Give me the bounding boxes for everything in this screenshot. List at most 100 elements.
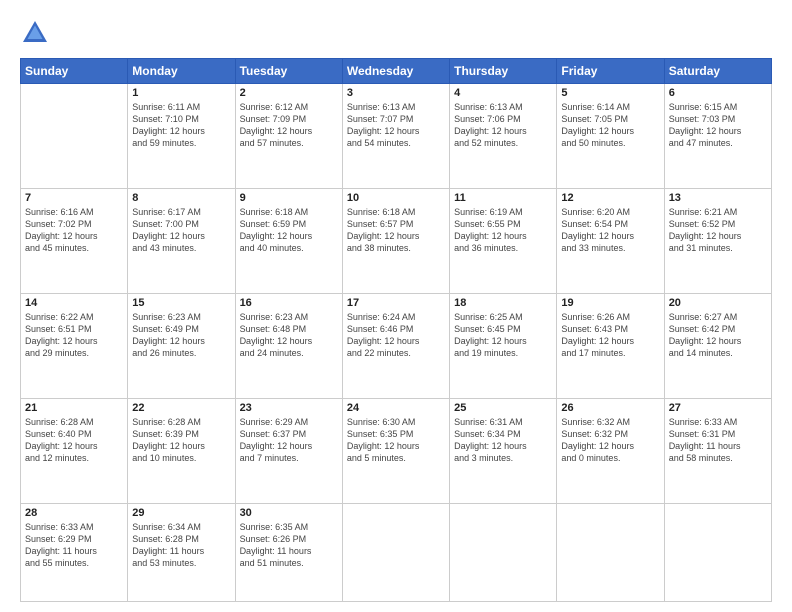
day-number: 6	[669, 87, 767, 99]
day-info: Sunrise: 6:35 AMSunset: 6:26 PMDaylight:…	[240, 521, 338, 570]
day-header-thursday: Thursday	[450, 59, 557, 84]
calendar-day-cell: 28 Sunrise: 6:33 AMSunset: 6:29 PMDayligh…	[21, 503, 128, 601]
day-number: 3	[347, 87, 445, 99]
calendar-day-cell: 4 Sunrise: 6:13 AMSunset: 7:06 PMDaylight…	[450, 84, 557, 189]
day-info: Sunrise: 6:33 AMSunset: 6:31 PMDaylight:…	[669, 416, 767, 465]
calendar-day-cell: 14 Sunrise: 6:22 AMSunset: 6:51 PMDayligh…	[21, 293, 128, 398]
calendar-header-row: SundayMondayTuesdayWednesdayThursdayFrid…	[21, 59, 772, 84]
day-number: 24	[347, 402, 445, 414]
calendar-week-row: 21 Sunrise: 6:28 AMSunset: 6:40 PMDayligh…	[21, 398, 772, 503]
day-number: 28	[25, 507, 123, 519]
day-info: Sunrise: 6:28 AMSunset: 6:39 PMDaylight:…	[132, 416, 230, 465]
day-info: Sunrise: 6:20 AMSunset: 6:54 PMDaylight:…	[561, 206, 659, 255]
day-number: 12	[561, 192, 659, 204]
calendar-day-cell: 9Sunrise: 6:18 AMSunset: 6:59 PMDaylight…	[235, 188, 342, 293]
calendar-day-cell: 23 Sunrise: 6:29 AMSunset: 6:37 PMDayligh…	[235, 398, 342, 503]
calendar-day-cell: 13 Sunrise: 6:21 AMSunset: 6:52 PMDayligh…	[664, 188, 771, 293]
day-number: 27	[669, 402, 767, 414]
day-number: 14	[25, 297, 123, 309]
day-number: 10	[347, 192, 445, 204]
day-header-saturday: Saturday	[664, 59, 771, 84]
day-info: Sunrise: 6:34 AMSunset: 6:28 PMDaylight:…	[132, 521, 230, 570]
day-header-tuesday: Tuesday	[235, 59, 342, 84]
calendar-day-cell: 1Sunrise: 6:11 AMSunset: 7:10 PMDaylight…	[128, 84, 235, 189]
calendar-day-cell: 15 Sunrise: 6:23 AMSunset: 6:49 PMDayligh…	[128, 293, 235, 398]
day-info: Sunrise: 6:21 AMSunset: 6:52 PMDaylight:…	[669, 206, 767, 255]
day-info: Sunrise: 6:25 AMSunset: 6:45 PMDaylight:…	[454, 311, 552, 360]
day-info: Sunrise: 6:19 AMSunset: 6:55 PMDaylight:…	[454, 206, 552, 255]
day-header-friday: Friday	[557, 59, 664, 84]
calendar-day-cell: 20 Sunrise: 6:27 AMSunset: 6:42 PMDayligh…	[664, 293, 771, 398]
day-number: 13	[669, 192, 767, 204]
calendar-day-cell	[557, 503, 664, 601]
calendar-day-cell: 12 Sunrise: 6:20 AMSunset: 6:54 PMDayligh…	[557, 188, 664, 293]
calendar-day-cell: 21 Sunrise: 6:28 AMSunset: 6:40 PMDayligh…	[21, 398, 128, 503]
day-number: 5	[561, 87, 659, 99]
day-number: 16	[240, 297, 338, 309]
calendar-day-cell: 18 Sunrise: 6:25 AMSunset: 6:45 PMDayligh…	[450, 293, 557, 398]
day-number: 29	[132, 507, 230, 519]
calendar-day-cell: 27 Sunrise: 6:33 AMSunset: 6:31 PMDayligh…	[664, 398, 771, 503]
calendar-day-cell: 26Sunrise: 6:32 AMSunset: 6:32 PMDayligh…	[557, 398, 664, 503]
calendar-day-cell: 22 Sunrise: 6:28 AMSunset: 6:39 PMDayligh…	[128, 398, 235, 503]
calendar-day-cell	[342, 503, 449, 601]
day-number: 23	[240, 402, 338, 414]
header	[20, 18, 772, 48]
day-info: Sunrise: 6:22 AMSunset: 6:51 PMDaylight:…	[25, 311, 123, 360]
calendar-day-cell: 24 Sunrise: 6:30 AMSunset: 6:35 PMDayligh…	[342, 398, 449, 503]
day-info: Sunrise: 6:28 AMSunset: 6:40 PMDaylight:…	[25, 416, 123, 465]
day-number: 7	[25, 192, 123, 204]
day-info: Sunrise: 6:11 AMSunset: 7:10 PMDaylight:…	[132, 101, 230, 150]
calendar-day-cell: 25 Sunrise: 6:31 AMSunset: 6:34 PMDayligh…	[450, 398, 557, 503]
calendar-week-row: 1Sunrise: 6:11 AMSunset: 7:10 PMDaylight…	[21, 84, 772, 189]
calendar-week-row: 7Sunrise: 6:16 AMSunset: 7:02 PMDaylight…	[21, 188, 772, 293]
calendar-day-cell: 2Sunrise: 6:12 AMSunset: 7:09 PMDaylight…	[235, 84, 342, 189]
day-info: Sunrise: 6:33 AMSunset: 6:29 PMDaylight:…	[25, 521, 123, 570]
day-info: Sunrise: 6:26 AMSunset: 6:43 PMDaylight:…	[561, 311, 659, 360]
day-number: 19	[561, 297, 659, 309]
day-info: Sunrise: 6:12 AMSunset: 7:09 PMDaylight:…	[240, 101, 338, 150]
calendar-day-cell: 11 Sunrise: 6:19 AMSunset: 6:55 PMDayligh…	[450, 188, 557, 293]
calendar-day-cell: 16 Sunrise: 6:23 AMSunset: 6:48 PMDayligh…	[235, 293, 342, 398]
day-info: Sunrise: 6:29 AMSunset: 6:37 PMDaylight:…	[240, 416, 338, 465]
day-number: 21	[25, 402, 123, 414]
day-number: 20	[669, 297, 767, 309]
day-number: 4	[454, 87, 552, 99]
day-number: 30	[240, 507, 338, 519]
day-number: 25	[454, 402, 552, 414]
day-header-monday: Monday	[128, 59, 235, 84]
day-header-sunday: Sunday	[21, 59, 128, 84]
logo-icon	[20, 18, 50, 48]
day-info: Sunrise: 6:32 AMSunset: 6:32 PMDaylight:…	[561, 416, 659, 465]
day-number: 17	[347, 297, 445, 309]
day-number: 18	[454, 297, 552, 309]
day-info: Sunrise: 6:14 AMSunset: 7:05 PMDaylight:…	[561, 101, 659, 150]
calendar-day-cell: 29 Sunrise: 6:34 AMSunset: 6:28 PMDayligh…	[128, 503, 235, 601]
day-number: 11	[454, 192, 552, 204]
day-number: 22	[132, 402, 230, 414]
day-info: Sunrise: 6:13 AMSunset: 7:06 PMDaylight:…	[454, 101, 552, 150]
calendar-day-cell: 8Sunrise: 6:17 AMSunset: 7:00 PMDaylight…	[128, 188, 235, 293]
day-info: Sunrise: 6:13 AMSunset: 7:07 PMDaylight:…	[347, 101, 445, 150]
calendar-week-row: 28 Sunrise: 6:33 AMSunset: 6:29 PMDayligh…	[21, 503, 772, 601]
logo	[20, 18, 54, 48]
calendar-week-row: 14 Sunrise: 6:22 AMSunset: 6:51 PMDayligh…	[21, 293, 772, 398]
calendar-day-cell: 3 Sunrise: 6:13 AMSunset: 7:07 PMDaylight…	[342, 84, 449, 189]
day-header-wednesday: Wednesday	[342, 59, 449, 84]
day-info: Sunrise: 6:30 AMSunset: 6:35 PMDaylight:…	[347, 416, 445, 465]
calendar-day-cell	[664, 503, 771, 601]
day-info: Sunrise: 6:18 AMSunset: 6:59 PMDaylight:…	[240, 206, 338, 255]
day-info: Sunrise: 6:17 AMSunset: 7:00 PMDaylight:…	[132, 206, 230, 255]
calendar-day-cell: 5 Sunrise: 6:14 AMSunset: 7:05 PMDaylight…	[557, 84, 664, 189]
calendar-table: SundayMondayTuesdayWednesdayThursdayFrid…	[20, 58, 772, 602]
day-info: Sunrise: 6:23 AMSunset: 6:49 PMDaylight:…	[132, 311, 230, 360]
page: SundayMondayTuesdayWednesdayThursdayFrid…	[0, 0, 792, 612]
day-info: Sunrise: 6:27 AMSunset: 6:42 PMDaylight:…	[669, 311, 767, 360]
day-number: 15	[132, 297, 230, 309]
day-info: Sunrise: 6:18 AMSunset: 6:57 PMDaylight:…	[347, 206, 445, 255]
day-info: Sunrise: 6:23 AMSunset: 6:48 PMDaylight:…	[240, 311, 338, 360]
calendar-day-cell	[21, 84, 128, 189]
calendar-day-cell	[450, 503, 557, 601]
calendar-day-cell: 10 Sunrise: 6:18 AMSunset: 6:57 PMDayligh…	[342, 188, 449, 293]
day-info: Sunrise: 6:31 AMSunset: 6:34 PMDaylight:…	[454, 416, 552, 465]
